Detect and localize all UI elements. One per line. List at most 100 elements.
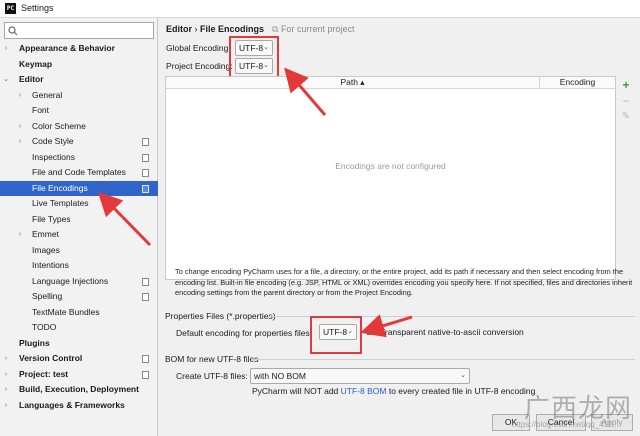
sidebar-item-language-injections[interactable]: Language Injections <box>0 274 158 290</box>
project-scope-icon <box>142 169 149 177</box>
sidebar-item-general[interactable]: › General <box>0 88 158 104</box>
search-input[interactable] <box>4 22 154 39</box>
chevron-right-icon[interactable]: › <box>2 351 10 367</box>
sidebar-item-label: Appearance & Behavior <box>19 43 115 53</box>
chevron-right-icon[interactable]: › <box>2 398 10 414</box>
project-scope-icon: ⧉ <box>272 24 279 34</box>
sidebar-item-file-types[interactable]: File Types <box>0 212 158 228</box>
remove-icon[interactable]: − <box>619 94 633 108</box>
breadcrumb-separator: › <box>194 24 198 34</box>
sidebar-item-label: TextMate Bundles <box>32 306 100 317</box>
sidebar-item-label: Intentions <box>32 260 69 270</box>
edit-icon[interactable]: ✎ <box>619 110 633 124</box>
sidebar-item-color-scheme[interactable]: › Color Scheme <box>0 119 158 135</box>
sidebar-item-editor[interactable]: ⌄ Editor <box>0 72 158 88</box>
create-utf8-label: Create UTF-8 files: <box>176 371 248 381</box>
encoding-description: To change encoding PyCharm uses for a fi… <box>175 267 633 297</box>
annotation-box-properties <box>310 316 362 354</box>
sidebar-item-build-execution-deployment[interactable]: › Build, Execution, Deployment <box>0 382 158 398</box>
sidebar-item-label: Languages & Frameworks <box>19 399 125 410</box>
sidebar-item-label: TODO <box>32 322 57 332</box>
watermark-url: https://blog.csdn.net/qq_411... <box>512 420 619 429</box>
scope-note: ⧉ For current project <box>272 24 355 34</box>
sidebar-item-label: File and Code Templates <box>32 167 126 177</box>
title-bar: PC Settings <box>0 0 640 18</box>
file-encodings-panel: Editor › File Encodings ⧉ For current pr… <box>159 18 640 436</box>
sidebar-item-label: Font <box>32 105 50 115</box>
chevron-right-icon[interactable]: › <box>16 227 24 243</box>
bom-combo[interactable]: with NO BOM ⌄ <box>250 368 470 384</box>
sidebar-item-emmet[interactable]: › Emmet <box>0 227 158 243</box>
sidebar-item-label: Language Injections <box>32 275 109 286</box>
chevron-right-icon[interactable]: › <box>16 88 24 104</box>
chevron-right-icon[interactable]: › <box>2 382 10 398</box>
table-header: Path ▴ Encoding <box>166 77 615 89</box>
native-to-ascii-checkbox[interactable] <box>367 326 376 335</box>
sidebar-item-label: General <box>32 89 63 100</box>
sidebar-item-label: Build, Execution, Deployment <box>19 384 139 394</box>
chevron-down-icon[interactable]: ⌄ <box>2 72 10 88</box>
sidebar-item-plugins[interactable]: Plugins <box>0 336 158 352</box>
sidebar-item-label: Editor <box>19 74 44 84</box>
annotation-box-encodings <box>229 36 279 80</box>
properties-section-title: Properties Files (*.properties) <box>165 311 276 321</box>
sidebar-item-label: File Types <box>32 213 71 224</box>
bom-section-title: BOM for new UTF-8 files <box>165 354 259 364</box>
sidebar-item-images[interactable]: Images <box>0 243 158 259</box>
sidebar-item-label: Live Templates <box>32 198 89 208</box>
chevron-right-icon[interactable]: › <box>2 41 10 57</box>
sidebar-item-file-and-code-templates[interactable]: File and Code Templates <box>0 165 158 181</box>
sidebar-item-inspections[interactable]: Inspections <box>0 150 158 166</box>
sidebar-item-live-templates[interactable]: Live Templates <box>0 196 158 212</box>
sidebar-item-label: Images <box>32 244 60 255</box>
sidebar-item-label: Color Scheme <box>32 120 86 131</box>
sidebar-item-label: File Encodings <box>32 182 88 193</box>
sidebar-item-intentions[interactable]: Intentions <box>0 258 158 274</box>
sidebar-item-label: Code Style <box>32 136 74 146</box>
bom-note: PyCharm will NOT add UTF-8 BOM to every … <box>252 386 536 396</box>
project-encoding-label: Project Encoding: <box>166 61 233 71</box>
sidebar-item-version-control[interactable]: › Version Control <box>0 351 158 367</box>
settings-tree: › Appearance & Behavior Keymap ⌄ Editor › Gene… <box>0 41 158 413</box>
sidebar-item-appearance-behavior[interactable]: › Appearance & Behavior <box>0 41 158 57</box>
sidebar-item-todo[interactable]: TODO <box>0 320 158 336</box>
breadcrumb-page: File Encodings <box>200 24 265 34</box>
sidebar-item-languages-frameworks[interactable]: › Languages & Frameworks <box>0 398 158 414</box>
sidebar-item-file-encodings[interactable]: File Encodings <box>0 180 158 196</box>
breadcrumb-section: Editor <box>166 24 192 34</box>
sidebar-item-label: Spelling <box>32 291 63 301</box>
global-encoding-label: Global Encoding: <box>166 43 231 53</box>
column-header-path[interactable]: Path ▴ <box>166 77 540 88</box>
sidebar-item-label: Keymap <box>19 58 53 69</box>
project-scope-icon <box>142 370 149 379</box>
watermark: 广西龙网 https://blog.csdn.net/qq_411... <box>508 388 638 434</box>
project-scope-icon <box>142 293 149 301</box>
properties-encoding-label: Default encoding for properties files: <box>176 328 313 338</box>
settings-sidebar: › Appearance & Behavior Keymap ⌄ Editor › Gene… <box>0 18 158 436</box>
divider <box>251 359 635 360</box>
search-icon <box>8 26 18 36</box>
sidebar-item-textmate-bundles[interactable]: TextMate Bundles <box>0 305 158 321</box>
sidebar-item-label: Inspections <box>32 151 75 162</box>
project-scope-icon <box>142 355 149 363</box>
sidebar-item-font[interactable]: Font <box>0 103 158 119</box>
native-to-ascii-label: Transparent native-to-ascii conversion <box>380 327 524 337</box>
sidebar-item-keymap[interactable]: Keymap <box>0 57 158 73</box>
chevron-right-icon[interactable]: › <box>16 119 24 135</box>
sidebar-item-project-test[interactable]: › Project: test <box>0 367 158 383</box>
empty-table-text: Encodings are not configured <box>335 161 446 171</box>
breadcrumb: Editor › File Encodings ⧉ For current pr… <box>166 24 354 34</box>
column-header-encoding[interactable]: Encoding <box>540 77 615 88</box>
window-title: Settings <box>21 3 54 13</box>
add-icon[interactable]: + <box>619 78 633 92</box>
utf8-bom-link[interactable]: UTF-8 BOM <box>341 386 387 396</box>
project-scope-icon <box>142 153 149 162</box>
sidebar-item-spelling[interactable]: Spelling <box>0 289 158 305</box>
pycharm-icon: PC <box>5 3 16 14</box>
chevron-right-icon[interactable]: › <box>2 367 10 383</box>
project-scope-icon <box>142 184 149 193</box>
encodings-table[interactable]: Path ▴ Encoding Encodings are not config… <box>165 76 616 280</box>
sidebar-item-code-style[interactable]: › Code Style <box>0 134 158 150</box>
chevron-right-icon[interactable]: › <box>16 134 24 150</box>
sidebar-item-label: Project: test <box>19 368 69 379</box>
